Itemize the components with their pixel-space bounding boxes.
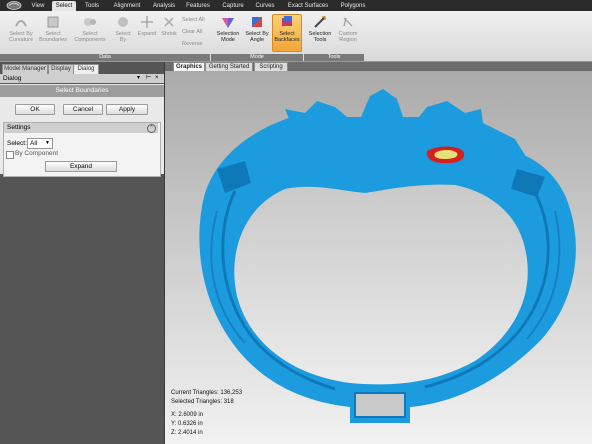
group-data-label: Data xyxy=(0,54,210,61)
tab-features[interactable]: Features xyxy=(184,1,212,11)
select-by-label: Select By xyxy=(115,31,131,43)
select-by-curvature-label: Select By Curvature xyxy=(8,31,34,43)
y-coordinate-readout: Y: 0.6326 in xyxy=(171,421,203,427)
x-coordinate-readout: X: 2.6009 in xyxy=(171,412,204,418)
backfaces-icon xyxy=(282,16,292,26)
sphere-icon xyxy=(118,17,128,27)
chevron-down-icon: ▼ xyxy=(45,140,50,146)
tab-select[interactable]: Select xyxy=(52,1,76,11)
custom-region-button[interactable]: Custom Region xyxy=(336,15,360,51)
group-tools-label: Tools xyxy=(304,54,364,61)
by-component-checkbox[interactable] xyxy=(6,151,14,159)
reverse-button[interactable]: Reverse xyxy=(182,40,202,48)
shrink-button[interactable]: Shrink xyxy=(158,15,180,51)
ok-button[interactable]: OK xyxy=(15,104,55,115)
selection-mode-label: Selection Mode xyxy=(216,31,240,43)
selection-tools-label: Selection Tools xyxy=(308,31,332,43)
custom-region-icon xyxy=(343,17,353,27)
select-dropdown[interactable]: All ▼ xyxy=(27,138,53,149)
tab-alignment[interactable]: Alignment xyxy=(110,1,144,11)
app-logo-icon[interactable] xyxy=(4,0,24,11)
custom-region-label: Custom Region xyxy=(338,31,358,43)
by-component-label: By Component xyxy=(15,150,58,157)
ribbon-panel: Select By Curvature Select Boundaries Se… xyxy=(0,11,592,62)
boundaries-icon xyxy=(47,16,59,28)
tab-tools[interactable]: Tools xyxy=(82,1,102,11)
tab-view[interactable]: View xyxy=(28,1,48,11)
group-mode-label: Mode xyxy=(211,54,303,61)
current-triangles-readout: Current Triangles: 136,253 xyxy=(171,390,243,396)
tab-capture[interactable]: Capture xyxy=(220,1,246,11)
select-by-angle-button[interactable]: Select By Angle xyxy=(244,15,270,51)
scanned-part-mesh[interactable] xyxy=(165,71,592,444)
ribbon-tab-bar: View Select Tools Alignment Analysis Fea… xyxy=(0,0,592,11)
shrink-label: Shrink xyxy=(161,31,177,37)
components-icon xyxy=(84,18,96,26)
collapse-chevron-icon[interactable]: ⌃ xyxy=(147,124,156,133)
expand-settings-button[interactable]: Expand xyxy=(45,161,117,172)
select-components-label: Select Components xyxy=(74,31,106,43)
selection-mode-button[interactable]: Selection Mode xyxy=(214,15,242,51)
selected-triangles-readout: Selected Triangles: 318 xyxy=(171,399,234,405)
graphics-viewport[interactable] xyxy=(165,71,592,444)
mesh-bottom-tab xyxy=(354,392,406,418)
curvature-icon xyxy=(15,20,27,27)
dialog-header-label: Dialog xyxy=(3,75,22,82)
select-by-angle-label: Select By Angle xyxy=(245,31,269,43)
apply-button[interactable]: Apply xyxy=(106,104,148,115)
settings-header[interactable]: Settings ⌃ xyxy=(4,123,158,133)
z-coordinate-readout: Z: 2.4014 in xyxy=(171,430,203,436)
tab-exact-surfaces[interactable]: Exact Surfaces xyxy=(284,1,332,11)
expand-button[interactable]: Expand xyxy=(136,15,158,51)
clear-all-button[interactable]: Clear All xyxy=(182,28,202,36)
select-boundaries-button[interactable]: Select Boundaries xyxy=(38,15,68,51)
tab-polygons[interactable]: Polygons xyxy=(338,1,368,11)
select-by-button[interactable]: Select By xyxy=(112,15,134,51)
expand-icon xyxy=(141,16,153,28)
menu-arrow-icon[interactable]: ▾ xyxy=(137,74,140,83)
tab-display[interactable]: Display xyxy=(48,64,74,74)
select-backfaces-button[interactable]: Select Backfaces xyxy=(272,14,302,52)
select-backfaces-label: Select Backfaces xyxy=(274,31,300,43)
selection-mode-icon xyxy=(222,18,234,28)
select-all-button[interactable]: Select All xyxy=(182,16,205,24)
select-components-button[interactable]: Select Components xyxy=(72,15,108,51)
cancel-button[interactable]: Cancel xyxy=(63,104,103,115)
shrink-icon xyxy=(164,17,174,27)
selection-tools-button[interactable]: Selection Tools xyxy=(306,15,334,51)
select-by-curvature-button[interactable]: Select By Curvature xyxy=(6,15,36,51)
select-label: Select: xyxy=(7,140,27,147)
tab-model-manager[interactable]: Model Manager xyxy=(2,64,48,74)
select-dropdown-value: All xyxy=(30,140,38,147)
tab-curves[interactable]: Curves xyxy=(252,1,278,11)
angle-icon xyxy=(252,17,262,27)
tab-analysis[interactable]: Analysis xyxy=(150,1,178,11)
dialog-title: Select Boundaries xyxy=(0,85,164,97)
tab-dialog[interactable]: Dialog xyxy=(73,64,99,74)
expand-label: Expand xyxy=(137,31,157,37)
select-boundaries-label: Select Boundaries xyxy=(39,31,67,43)
close-icon[interactable]: × xyxy=(155,74,159,83)
selection-tools-icon xyxy=(314,16,326,28)
dialog-header: Dialog ▾ ⊢ × xyxy=(0,74,164,83)
mesh-inner-hole xyxy=(234,184,528,385)
pin-icon[interactable]: ⊢ xyxy=(146,74,151,83)
settings-title: Settings xyxy=(7,124,31,131)
